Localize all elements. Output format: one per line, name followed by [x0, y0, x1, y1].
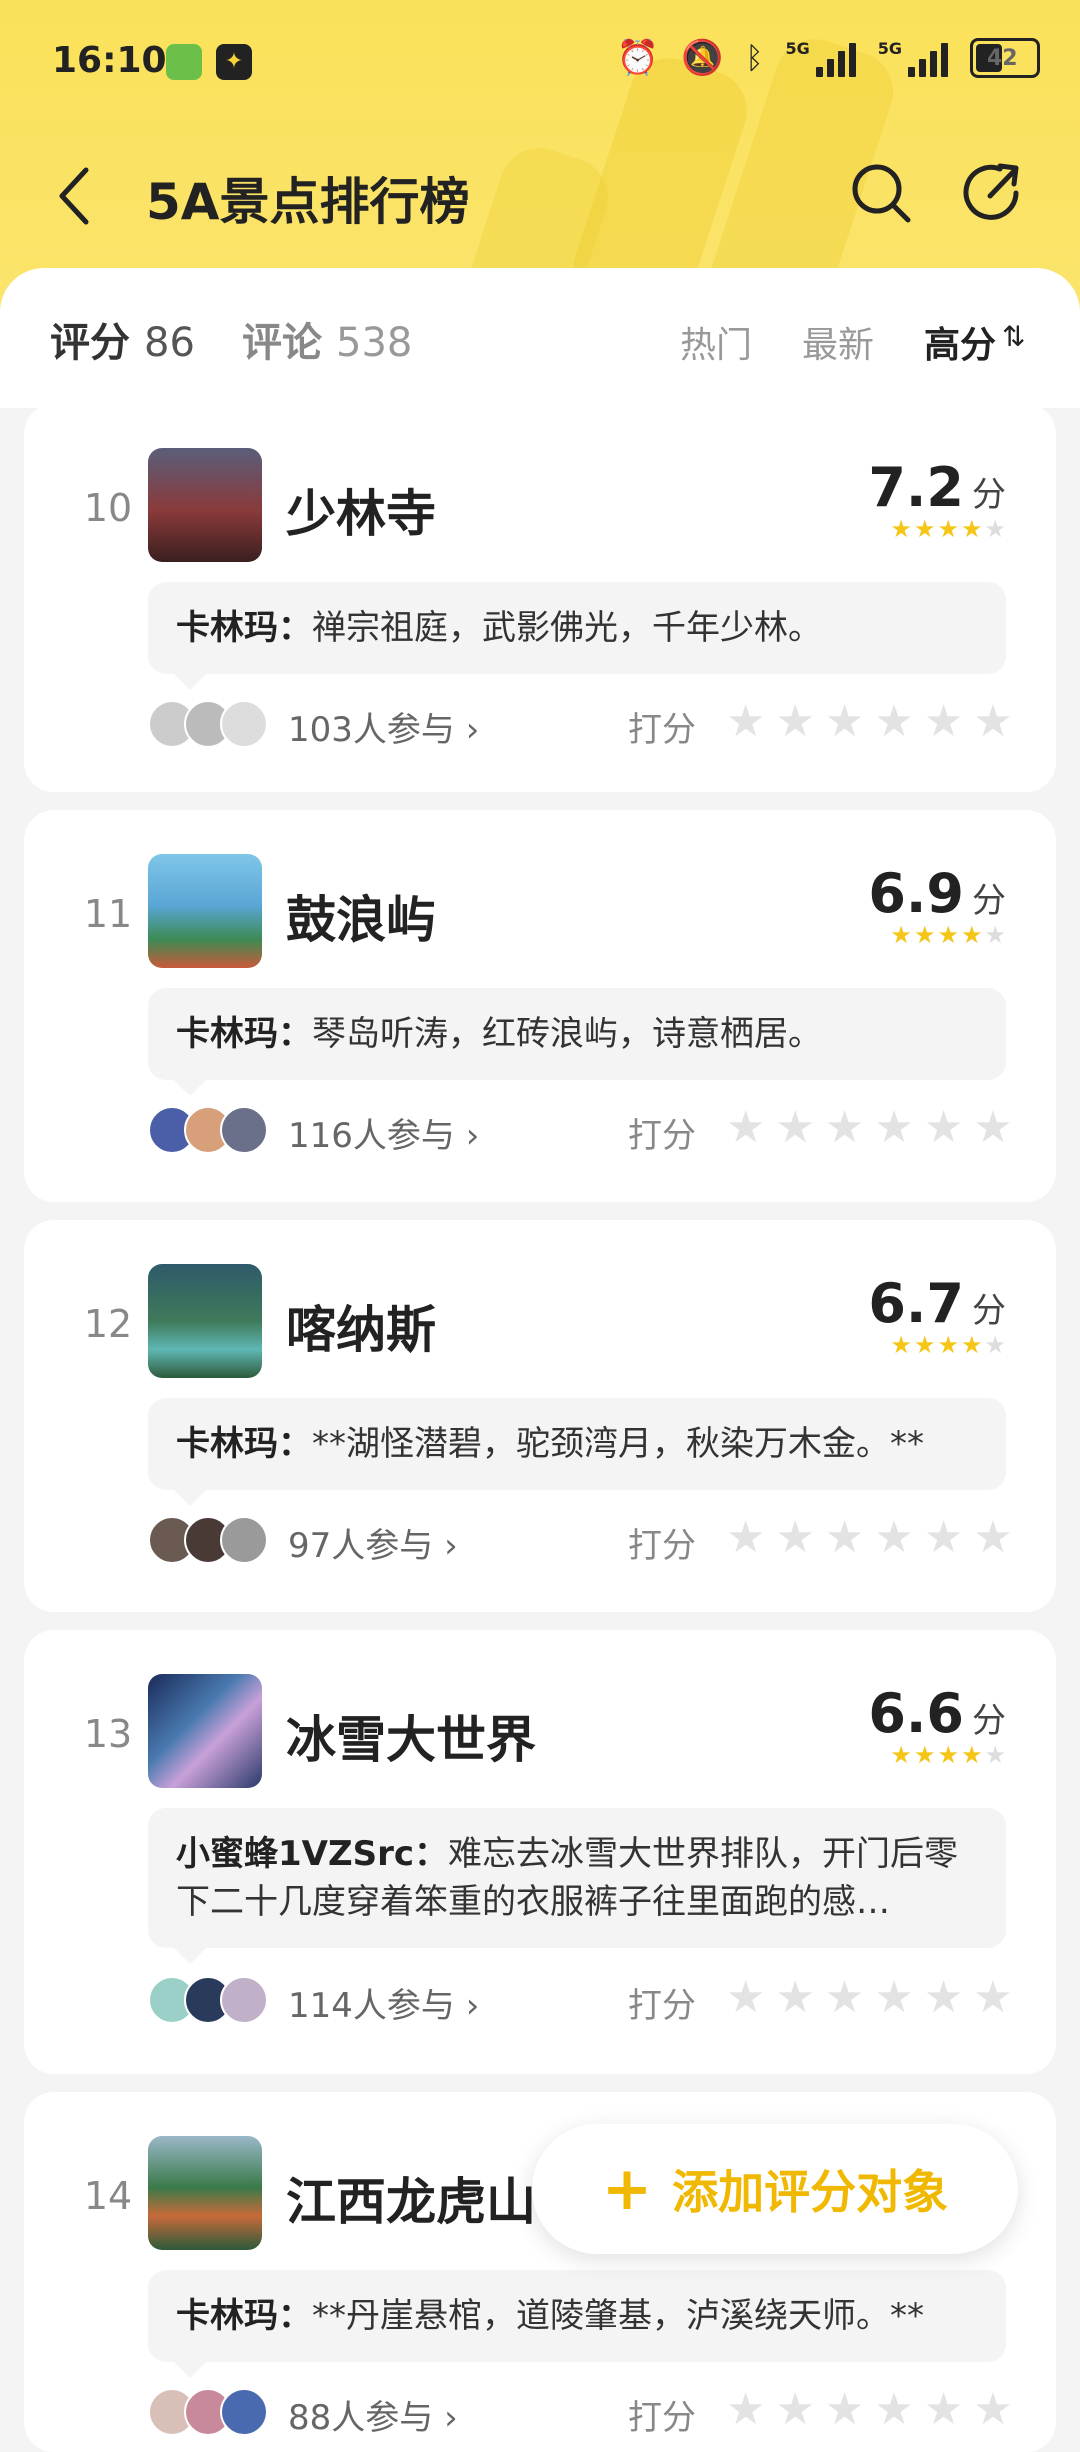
star-rating: ★ ★ ★ ★ ★: [890, 1741, 1006, 1769]
star-rating: ★ ★ ★ ★ ★: [890, 515, 1006, 543]
rate-stars[interactable]: ★ ★ ★ ★ ★ ★: [726, 696, 1013, 748]
rate-label: 打分: [628, 2398, 696, 2438]
participant-avatars: [148, 1516, 268, 1564]
comment-user: 卡林玛：: [176, 2296, 312, 2336]
item-footer: 114人参与 › 打分 ★ ★ ★ ★ ★ ★: [148, 1970, 1028, 2030]
star-rating: ★ ★ ★ ★ ★: [890, 1331, 1006, 1359]
item-footer: 97人参与 › 打分 ★ ★ ★ ★ ★ ★: [148, 1510, 1028, 1570]
featured-comment[interactable]: 卡林玛：**湖怪潜碧，驼颈湾月，秋染万木金。**: [148, 1398, 1006, 1506]
participant-avatars: [148, 1976, 268, 2024]
stats-sort-bar: 评分 86 评论 538 热门 最新 高分 ⇅: [0, 268, 1080, 408]
back-arrow-icon[interactable]: [50, 164, 106, 228]
thumbnail-image: [148, 448, 262, 562]
sort-hot-tab[interactable]: 热门: [680, 316, 752, 368]
plus-icon: +: [601, 2154, 653, 2224]
signal-icon: 5G: [878, 39, 948, 77]
star-rating: ★ ★ ★ ★ ★: [890, 921, 1006, 949]
rank-number: 11: [83, 892, 133, 936]
sort-high-tab[interactable]: 高分: [924, 316, 996, 368]
app-notification-icon: ✦: [216, 44, 252, 80]
status-time: 16:10: [52, 40, 167, 81]
sort-new-tab[interactable]: 最新: [802, 316, 874, 368]
item-footer: 103人参与 › 打分 ★ ★ ★ ★ ★ ★: [148, 694, 1028, 754]
participants-link[interactable]: 103人参与 ›: [288, 702, 479, 751]
thumbnail-image: [148, 1674, 262, 1788]
search-icon[interactable]: [848, 160, 914, 226]
item-footer: 88人参与 › 打分 ★ ★ ★ ★ ★ ★: [148, 2382, 1028, 2442]
page-title: 5A景点排行榜: [146, 173, 470, 231]
item-footer: 116人参与 › 打分 ★ ★ ★ ★ ★ ★: [148, 1100, 1028, 1160]
rate-label: 打分: [628, 1116, 696, 1156]
score-display: 7.2 分 ★ ★ ★ ★ ★: [868, 456, 1006, 543]
rate-stars[interactable]: ★ ★ ★ ★ ★ ★: [726, 1512, 1013, 1564]
rank-number: 12: [83, 1302, 133, 1346]
participants-link[interactable]: 116人参与 ›: [288, 1108, 479, 1157]
featured-comment[interactable]: 卡林玛：琴岛听涛，红砖浪屿，诗意栖居。: [148, 988, 1006, 1096]
rank-number: 13: [83, 1712, 133, 1756]
item-name: 冰雪大世界: [286, 1711, 536, 1769]
comment-text: **丹崖悬棺，道陵肇基，泸溪绕天师。**: [312, 2296, 924, 2336]
thumbnail-image: [148, 2136, 262, 2250]
sort-order-icon[interactable]: ⇅: [1002, 320, 1025, 353]
alarm-icon: ⏰: [616, 38, 660, 78]
featured-comment[interactable]: 卡林玛：禅宗祖庭，武影佛光，千年少林。: [148, 582, 1006, 690]
score-stat[interactable]: 评分 86: [50, 310, 195, 368]
participant-avatars: [148, 2388, 268, 2436]
participants-link[interactable]: 114人参与 ›: [288, 1978, 479, 2027]
list-item[interactable]: 10 少林寺 7.2 分 ★ ★ ★ ★ ★ 卡林玛：禅宗祖庭，武影佛光，千年少林。 10…: [24, 404, 1056, 792]
share-icon[interactable]: [960, 160, 1026, 226]
bluetooth-icon: ᛒ: [745, 40, 764, 76]
item-name: 少林寺: [286, 485, 436, 543]
comment-text: 禅宗祖庭，武影佛光，千年少林。: [312, 608, 822, 648]
thumbnail-image: [148, 854, 262, 968]
rank-number: 10: [83, 486, 133, 530]
signal-icon: 5G: [785, 39, 856, 77]
participants-link[interactable]: 97人参与 ›: [288, 1518, 458, 1567]
rate-stars[interactable]: ★ ★ ★ ★ ★ ★: [726, 2384, 1013, 2436]
status-icons: ⏰ 🔕 ᛒ 5G 5G 42: [617, 38, 1040, 78]
battery-icon: 42: [970, 38, 1040, 78]
score-display: 6.9 分 ★ ★ ★ ★ ★: [868, 862, 1006, 949]
list-item[interactable]: 11 鼓浪屿 6.9 分 ★ ★ ★ ★ ★ 卡林玛：琴岛听涛，红砖浪屿，诗意栖居。 11…: [24, 810, 1056, 1202]
score-display: 6.7 分 ★ ★ ★ ★ ★: [868, 1272, 1006, 1359]
rank-number: 14: [83, 2174, 133, 2218]
comment-user: 小蜜蜂1VZSrc：: [176, 1834, 449, 1874]
app-header: 5A景点排行榜: [0, 140, 1080, 250]
rate-stars[interactable]: ★ ★ ★ ★ ★ ★: [726, 1102, 1013, 1154]
featured-comment[interactable]: 小蜜蜂1VZSrc：难忘去冰雪大世界排队，开门后零下二十几度穿着笨重的衣服裤子往…: [148, 1808, 1006, 1964]
status-bar: 16:10 ✦ ⏰ 🔕 ᛒ 5G 5G 42: [0, 0, 1080, 120]
comment-text: **湖怪潜碧，驼颈湾月，秋染万木金。**: [312, 1424, 924, 1464]
list-item[interactable]: 12 喀纳斯 6.7 分 ★ ★ ★ ★ ★ 卡林玛：**湖怪潜碧，驼颈湾月，秋染万木金。…: [24, 1220, 1056, 1612]
add-rating-object-button[interactable]: + 添加评分对象: [532, 2124, 1018, 2254]
list-item[interactable]: 13 冰雪大世界 6.6 分 ★ ★ ★ ★ ★ 小蜜蜂1VZSrc：难忘去冰雪大世界排队…: [24, 1630, 1056, 2074]
participant-avatars: [148, 1106, 268, 1154]
participant-avatars: [148, 700, 268, 748]
comment-user: 卡林玛：: [176, 1424, 312, 1464]
item-name: 江西龙虎山: [286, 2173, 536, 2231]
rate-stars[interactable]: ★ ★ ★ ★ ★ ★: [726, 1972, 1013, 2024]
item-name: 鼓浪屿: [286, 891, 436, 949]
comment-user: 卡林玛：: [176, 608, 312, 648]
add-rating-object-label: 添加评分对象: [672, 2165, 949, 2219]
score-display: 6.6 分 ★ ★ ★ ★ ★: [868, 1682, 1006, 1769]
comment-user: 卡林玛：: [176, 1014, 312, 1054]
comment-stat[interactable]: 评论 538: [242, 310, 412, 368]
rate-label: 打分: [628, 1986, 696, 2026]
featured-comment[interactable]: 卡林玛：**丹崖悬棺，道陵肇基，泸溪绕天师。**: [148, 2270, 1006, 2378]
rate-label: 打分: [628, 710, 696, 750]
comment-text: 琴岛听涛，红砖浪屿，诗意栖居。: [312, 1014, 822, 1054]
rate-label: 打分: [628, 1526, 696, 1566]
participants-link[interactable]: 88人参与 ›: [288, 2390, 458, 2439]
item-name: 喀纳斯: [286, 1301, 436, 1359]
thumbnail-image: [148, 1264, 262, 1378]
mute-icon: 🔕: [681, 38, 724, 78]
app-notification-icon: [166, 44, 202, 80]
